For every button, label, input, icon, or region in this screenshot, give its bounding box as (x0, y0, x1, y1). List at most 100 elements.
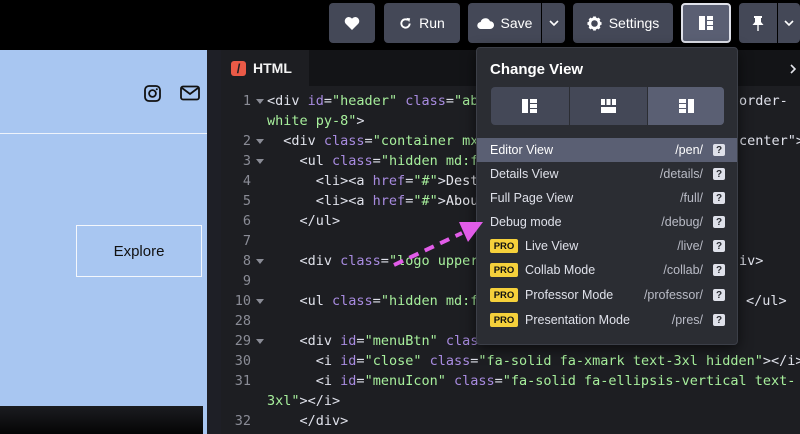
view-option-full[interactable]: Full Page View/full/? (477, 186, 737, 210)
heart-icon (344, 16, 360, 30)
view-option-path: /collab/ (663, 263, 703, 277)
top-toolbar: Run Save Settings (0, 0, 800, 50)
fold-toggle-icon[interactable] (256, 159, 264, 164)
mail-icon[interactable] (180, 85, 200, 101)
panel-resizer[interactable] (207, 50, 221, 434)
code-token: clas (445, 333, 479, 349)
code-token: class (340, 253, 381, 269)
layout-right-button[interactable] (647, 87, 724, 125)
code-token: "menuIcon" (364, 373, 446, 389)
code-line[interactable]: 3xl"></i> (221, 393, 800, 412)
pin-button[interactable] (739, 3, 777, 43)
code-token: <li><a (267, 193, 373, 209)
layout-switcher (491, 87, 724, 125)
view-option-professor[interactable]: PRO Professor Mode/professor/? (477, 283, 737, 307)
code-line[interactable]: 30 <i id="close" class="fa-solid fa-xmar… (221, 353, 800, 372)
layout-icon (699, 16, 713, 30)
code-token: "ab (454, 93, 479, 109)
code-line[interactable]: 31 <i id="menuIcon" class="fa-solid fa-e… (221, 373, 800, 392)
line-number: 6 (242, 213, 251, 229)
save-options-button[interactable] (542, 3, 565, 43)
code-text: <i id="menuIcon" class="fa-solid fa-elli… (267, 373, 796, 389)
view-option-details[interactable]: Details View/details/? (477, 162, 737, 186)
code-token: "header" (332, 93, 398, 109)
code-token: class (323, 133, 365, 149)
layout-top-button[interactable] (569, 87, 646, 125)
layout-left-button[interactable] (491, 87, 568, 125)
code-token: "hidden md:f (380, 293, 479, 309)
change-view-button[interactable] (681, 3, 731, 43)
chevron-down-icon (548, 19, 559, 26)
code-token: = (323, 93, 333, 109)
code-token: id (340, 353, 357, 369)
tab-html[interactable]: / HTML (221, 50, 309, 86)
instagram-icon[interactable] (144, 85, 161, 102)
view-option-path: /live/ (677, 239, 703, 253)
run-button[interactable]: Run (384, 3, 460, 43)
code-token: = (380, 253, 389, 269)
line-number: 29 (234, 333, 251, 349)
code-token: <ul (267, 153, 333, 169)
code-text: <div id="menuBtn" clas (267, 333, 479, 349)
code-token: class (429, 353, 471, 369)
code-text: <ul class="hidden md:f (267, 293, 479, 309)
code-line[interactable]: 32 </div> (221, 413, 800, 432)
help-icon[interactable]: ? (713, 289, 725, 301)
help-icon[interactable]: ? (713, 192, 725, 204)
code-token: id (340, 333, 357, 349)
code-token: id (307, 93, 324, 109)
chevron-down-icon (784, 19, 794, 26)
help-icon[interactable]: ? (713, 264, 725, 276)
more-options-icon[interactable] (790, 64, 796, 74)
code-token: = (356, 353, 365, 369)
line-number: 30 (234, 353, 251, 369)
fold-toggle-icon[interactable] (256, 339, 264, 344)
code-token: </div> (267, 413, 349, 429)
code-token: href (372, 173, 406, 189)
view-option-live[interactable]: PRO Live View/live/? (477, 234, 737, 258)
heart-button[interactable] (329, 3, 375, 43)
view-option-path: /details/ (659, 167, 703, 181)
code-token: id (340, 373, 357, 389)
code-token: class (332, 293, 373, 309)
code-token: class (332, 153, 373, 169)
code-token: class (405, 93, 446, 109)
help-icon[interactable]: ? (713, 144, 725, 156)
layout-right-icon (678, 99, 694, 113)
run-label: Run (419, 15, 445, 31)
code-token: <div (267, 253, 341, 269)
view-option-collab[interactable]: PRO Collab Mode/collab/? (477, 258, 737, 282)
code-token: </ul> (267, 213, 341, 229)
help-icon[interactable]: ? (713, 168, 725, 180)
view-option-debug[interactable]: Debug mode/debug/? (477, 210, 737, 234)
save-button[interactable]: Save (468, 3, 541, 43)
view-option-label: Details View (490, 167, 559, 181)
code-token: "hidden md:f (380, 153, 479, 169)
fold-toggle-icon[interactable] (256, 259, 264, 264)
view-option-pen[interactable]: Editor View/pen/? (477, 138, 737, 162)
settings-button[interactable]: Settings (573, 3, 673, 43)
help-icon[interactable]: ? (713, 314, 725, 326)
fold-toggle-icon[interactable] (256, 299, 264, 304)
help-icon[interactable]: ? (713, 240, 725, 252)
code-token: = (494, 373, 503, 389)
code-token: "#" (413, 193, 438, 209)
pin-icon (752, 16, 764, 31)
view-option-pres[interactable]: PRO Presentation Mode/pres/? (477, 308, 737, 332)
code-text: </ul> (267, 213, 341, 229)
pin-options-button[interactable] (778, 3, 800, 43)
code-text: <div class="logo upper (267, 253, 479, 269)
save-label: Save (500, 15, 533, 31)
fold-toggle-icon[interactable] (256, 99, 264, 104)
line-number: 10 (234, 293, 251, 309)
line-number: 7 (242, 233, 251, 249)
preview-panel: Explore (0, 50, 207, 434)
view-option-label: Professor Mode (525, 288, 614, 302)
code-token: "menuBtn" (364, 333, 438, 349)
settings-label: Settings (608, 15, 660, 31)
fold-toggle-icon[interactable] (256, 139, 264, 144)
code-text: white py-8"> (267, 113, 365, 129)
explore-button[interactable]: Explore (76, 225, 202, 277)
help-icon[interactable]: ? (713, 216, 725, 228)
